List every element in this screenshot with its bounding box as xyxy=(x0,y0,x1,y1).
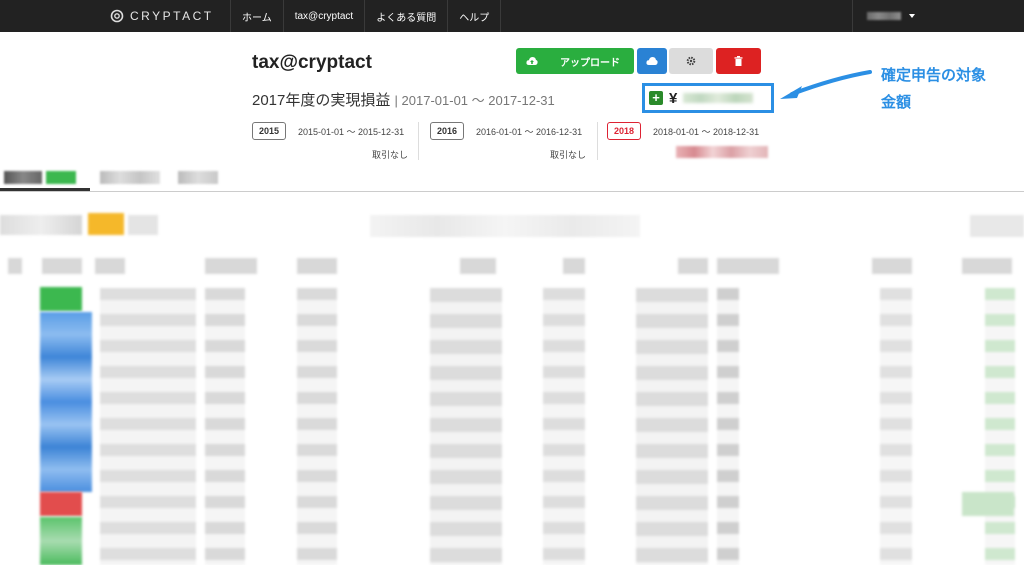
user-menu[interactable] xyxy=(852,0,927,32)
cell-redacted xyxy=(962,492,1014,516)
column-header-redacted xyxy=(297,258,337,274)
active-tab-indicator xyxy=(0,188,90,191)
column-redacted xyxy=(205,288,245,565)
tab-bar xyxy=(0,166,1024,192)
trash-icon xyxy=(734,56,743,66)
plus-icon: + xyxy=(649,91,663,105)
cryptact-logo-icon xyxy=(110,9,124,23)
brand-logo[interactable]: CRYPTACT xyxy=(110,0,214,32)
column-redacted xyxy=(717,288,739,565)
tab-1-count-redacted xyxy=(46,171,76,184)
row-badge-redacted xyxy=(40,517,82,565)
taxable-amount-box: + ¥ xyxy=(642,83,774,113)
filter-redacted xyxy=(128,215,158,235)
column-redacted xyxy=(297,288,337,565)
caret-down-icon xyxy=(909,14,915,18)
nav-item-tax[interactable]: tax@cryptact xyxy=(282,0,365,32)
gear-icon xyxy=(686,56,696,66)
column-header-redacted xyxy=(563,258,585,274)
year-divider xyxy=(597,122,598,160)
year-range-2015: 2015-01-01 〜 2015-12-31 xyxy=(298,127,405,137)
upload-button[interactable]: アップロード xyxy=(516,48,634,74)
upload-button-label: アップロード xyxy=(560,57,620,69)
column-header-redacted xyxy=(95,258,125,274)
column-header-redacted xyxy=(8,258,22,274)
brand-name: CRYPTACT xyxy=(130,9,214,23)
annotation-arrow-icon xyxy=(780,70,872,99)
filter-redacted xyxy=(0,215,82,235)
column-redacted xyxy=(100,288,196,565)
settings-button[interactable] xyxy=(669,48,713,74)
column-header-redacted xyxy=(717,258,779,274)
tab-2-redacted[interactable] xyxy=(100,171,160,184)
year-badge-2018[interactable]: 2018 xyxy=(607,122,642,140)
subtitle-range: | 2017-01-01 〜 2017-12-31 xyxy=(394,93,555,108)
currency-symbol: ¥ xyxy=(669,89,678,107)
row-badge-redacted xyxy=(40,492,82,516)
filter-active-redacted xyxy=(88,213,124,235)
column-redacted xyxy=(430,288,502,565)
column-header-redacted xyxy=(872,258,912,274)
year-note-2015: 取引なし xyxy=(372,150,409,160)
year-range-2018: 2018-01-01 〜 2018-12-31 xyxy=(653,127,760,137)
cloud-download-button[interactable] xyxy=(637,48,667,74)
nav-item-faq[interactable]: よくある質問 xyxy=(364,0,447,32)
year-note-2016: 取引なし xyxy=(550,150,587,160)
cloud-upload-icon xyxy=(526,57,538,65)
amount-value-redacted xyxy=(683,93,754,103)
year-2018-profit-redacted xyxy=(676,146,768,158)
pagination-redacted xyxy=(370,215,640,237)
nav-item-home[interactable]: ホーム xyxy=(230,0,283,32)
delete-button[interactable] xyxy=(716,48,761,74)
column-header-redacted xyxy=(205,258,257,274)
annotation-line-2: 金額 xyxy=(881,94,912,111)
subtitle-main: 2017年度の実現損益 xyxy=(252,92,391,109)
search-redacted xyxy=(970,215,1024,237)
year-badge-2016[interactable]: 2016 xyxy=(430,122,465,140)
top-navbar: CRYPTACT ホーム tax@cryptact よくある質問 ヘルプ xyxy=(0,0,1024,32)
page-subtitle: 2017年度の実現損益 | 2017-01-01 〜 2017-12-31 xyxy=(252,89,555,110)
column-header-redacted xyxy=(42,258,82,274)
username-redacted xyxy=(867,12,901,20)
tab-3-redacted[interactable] xyxy=(178,171,218,184)
column-redacted xyxy=(543,288,585,565)
cloud-icon xyxy=(646,57,658,65)
annotation-line-1: 確定申告の対象 xyxy=(881,67,987,84)
column-header-redacted xyxy=(962,258,1012,274)
nav-item-help[interactable]: ヘルプ xyxy=(447,0,502,32)
column-header-redacted xyxy=(460,258,496,274)
row-badge-redacted xyxy=(40,312,92,492)
tab-1-redacted[interactable] xyxy=(4,171,42,184)
nav-menu: ホーム tax@cryptact よくある質問 ヘルプ xyxy=(230,0,502,32)
year-range-2016: 2016-01-01 〜 2016-12-31 xyxy=(476,127,583,137)
year-divider xyxy=(418,122,419,160)
row-badge-redacted xyxy=(40,287,82,311)
column-redacted xyxy=(636,288,708,565)
column-header-redacted xyxy=(678,258,708,274)
page-title: tax@cryptact xyxy=(252,52,372,73)
year-badge-2015[interactable]: 2015 xyxy=(252,122,287,140)
column-redacted xyxy=(880,288,912,565)
annotation-text: 確定申告の対象 金額 xyxy=(881,62,1021,116)
column-redacted xyxy=(985,288,1015,565)
